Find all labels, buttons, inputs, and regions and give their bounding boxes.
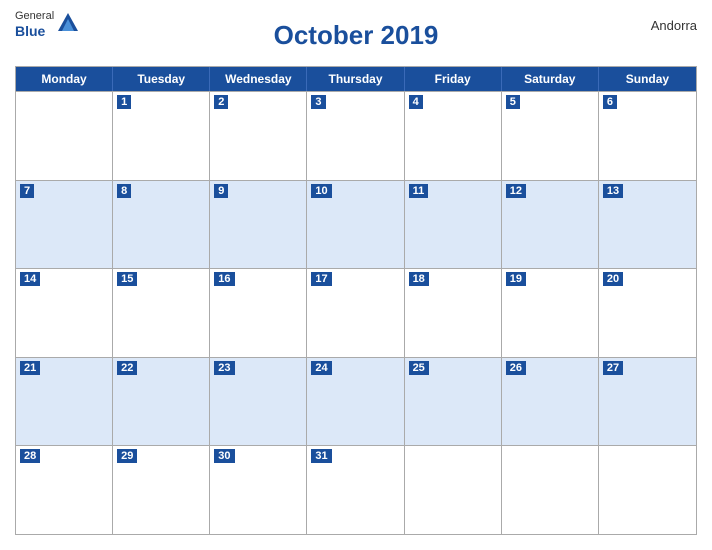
day-cell: 5 <box>502 92 599 180</box>
day-cell: 29 <box>113 446 210 534</box>
week-row: 21 22 23 24 25 26 27 <box>16 357 696 446</box>
day-cell: 21 <box>16 358 113 446</box>
day-number: 26 <box>506 361 526 375</box>
day-cell: 9 <box>210 181 307 269</box>
country-label: Andorra <box>651 18 697 33</box>
day-number: 9 <box>214 184 228 198</box>
day-header-wednesday: Wednesday <box>210 67 307 91</box>
day-cell: 20 <box>599 269 696 357</box>
day-number: 25 <box>409 361 429 375</box>
calendar-header: General Blue October 2019 Andorra <box>15 10 697 60</box>
day-cell <box>502 446 599 534</box>
day-number: 20 <box>603 272 623 286</box>
day-number: 21 <box>20 361 40 375</box>
day-number: 13 <box>603 184 623 198</box>
day-header-saturday: Saturday <box>502 67 599 91</box>
day-header-thursday: Thursday <box>307 67 404 91</box>
day-cell: 1 <box>113 92 210 180</box>
day-cell: 2 <box>210 92 307 180</box>
day-cell <box>16 92 113 180</box>
day-cell <box>405 446 502 534</box>
day-cell: 6 <box>599 92 696 180</box>
day-number: 10 <box>311 184 331 198</box>
day-cell: 30 <box>210 446 307 534</box>
day-cell: 31 <box>307 446 404 534</box>
day-cell: 11 <box>405 181 502 269</box>
day-cell: 24 <box>307 358 404 446</box>
day-cell: 16 <box>210 269 307 357</box>
day-number: 15 <box>117 272 137 286</box>
day-header-friday: Friday <box>405 67 502 91</box>
day-number: 27 <box>603 361 623 375</box>
calendar-grid: MondayTuesdayWednesdayThursdayFridaySatu… <box>15 66 697 535</box>
day-cell: 15 <box>113 269 210 357</box>
day-number: 18 <box>409 272 429 286</box>
day-number: 2 <box>214 95 228 109</box>
day-number: 28 <box>20 449 40 463</box>
day-number: 16 <box>214 272 234 286</box>
day-cell: 17 <box>307 269 404 357</box>
day-cell: 13 <box>599 181 696 269</box>
day-cell: 3 <box>307 92 404 180</box>
day-number: 8 <box>117 184 131 198</box>
calendar-weeks: 1234567891011121314151617181920212223242… <box>16 91 696 534</box>
day-number: 29 <box>117 449 137 463</box>
day-cell: 10 <box>307 181 404 269</box>
day-header-tuesday: Tuesday <box>113 67 210 91</box>
day-headers-row: MondayTuesdayWednesdayThursdayFridaySatu… <box>16 67 696 91</box>
day-cell: 26 <box>502 358 599 446</box>
day-number: 3 <box>311 95 325 109</box>
day-number: 11 <box>409 184 429 198</box>
day-number: 24 <box>311 361 331 375</box>
day-cell: 18 <box>405 269 502 357</box>
day-number: 12 <box>506 184 526 198</box>
day-number: 17 <box>311 272 331 286</box>
day-cell: 25 <box>405 358 502 446</box>
day-cell: 27 <box>599 358 696 446</box>
day-number: 4 <box>409 95 423 109</box>
day-number: 31 <box>311 449 331 463</box>
calendar-title: October 2019 <box>274 20 439 51</box>
day-cell: 28 <box>16 446 113 534</box>
day-cell: 22 <box>113 358 210 446</box>
day-cell: 14 <box>16 269 113 357</box>
week-row: 1 2 3 4 5 6 <box>16 91 696 180</box>
day-number: 19 <box>506 272 526 286</box>
logo-general-text: General <box>15 10 54 23</box>
day-cell <box>599 446 696 534</box>
day-number: 6 <box>603 95 617 109</box>
day-number: 7 <box>20 184 34 198</box>
day-number: 5 <box>506 95 520 109</box>
day-number: 30 <box>214 449 234 463</box>
day-cell: 7 <box>16 181 113 269</box>
day-cell: 12 <box>502 181 599 269</box>
week-row: 7 8 9 10 11 12 13 <box>16 180 696 269</box>
logo-icon <box>58 11 78 35</box>
day-number: 22 <box>117 361 137 375</box>
week-row: 28 29 30 31 <box>16 445 696 534</box>
week-row: 14 15 16 17 18 19 20 <box>16 268 696 357</box>
day-number: 1 <box>117 95 131 109</box>
day-header-monday: Monday <box>16 67 113 91</box>
day-cell: 23 <box>210 358 307 446</box>
day-number: 23 <box>214 361 234 375</box>
day-cell: 8 <box>113 181 210 269</box>
day-header-sunday: Sunday <box>599 67 696 91</box>
logo-blue-text: Blue <box>15 23 54 40</box>
logo: General Blue <box>15 10 78 40</box>
day-number: 14 <box>20 272 40 286</box>
day-cell: 4 <box>405 92 502 180</box>
day-cell: 19 <box>502 269 599 357</box>
